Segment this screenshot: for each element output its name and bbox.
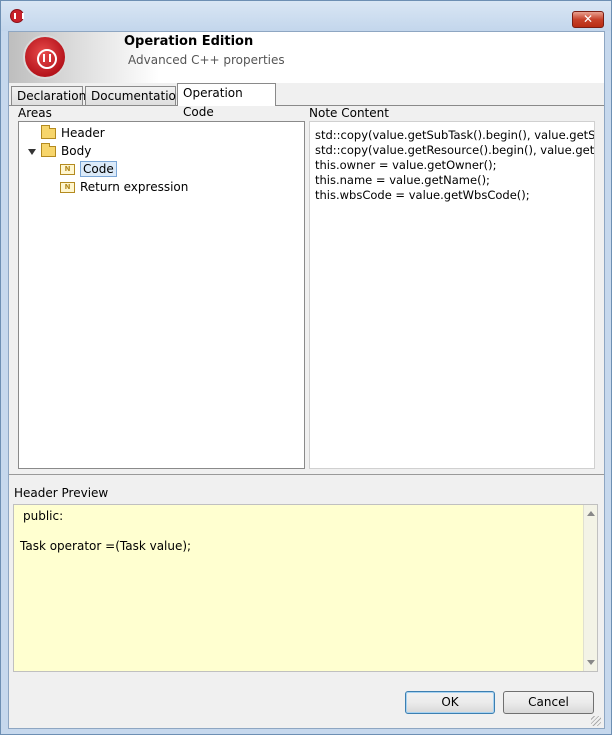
code-line: std::copy(value.getResource().begin(), v… [315, 143, 595, 157]
folder-icon [41, 143, 56, 157]
note-icon: N [60, 182, 75, 193]
dialog-window: ✕ Operation Edition Advanced C++ propert… [0, 0, 612, 735]
dialog-title: Operation Edition [124, 34, 254, 49]
dialog-banner: Operation Edition Advanced C++ propertie… [9, 32, 604, 83]
tree-item-header[interactable]: Header [41, 125, 105, 142]
folder-icon [41, 125, 56, 139]
tree-item-label: Body [61, 144, 92, 158]
app-logo-icon [10, 9, 24, 23]
tree-item-code[interactable]: N Code [60, 161, 117, 178]
tab-declaration[interactable]: Declaration [11, 86, 86, 107]
section-divider [9, 474, 604, 475]
code-line: this.owner = value.getOwner(); [315, 158, 497, 172]
preview-line: Task operator =(Task value); [20, 539, 192, 553]
tab-documentation[interactable]: Documentation [85, 86, 184, 107]
tree-item-label: Return expression [80, 180, 189, 194]
preview-line: public: [23, 509, 64, 523]
areas-tree[interactable]: Header Body N Code N Return expression [18, 121, 305, 469]
tree-item-label: Header [61, 126, 105, 140]
tab-operation-code[interactable]: Operation Code [177, 83, 276, 119]
scroll-up-icon[interactable] [587, 511, 595, 516]
dialog-subtitle: Advanced C++ properties [128, 53, 285, 67]
close-button[interactable]: ✕ [572, 11, 604, 28]
scroll-down-icon[interactable] [587, 660, 595, 665]
code-line: this.name = value.getName(); [315, 173, 490, 187]
title-bar[interactable]: ✕ [1, 1, 611, 31]
expand-toggle-icon[interactable] [28, 149, 36, 155]
header-preview-label: Header Preview [14, 486, 109, 500]
header-preview-area[interactable]: public: Task operator =(Task value); [13, 504, 598, 672]
code-line: std::copy(value.getSubTask().begin(), va… [315, 128, 595, 142]
cancel-button[interactable]: Cancel [503, 691, 594, 714]
areas-label: Areas [18, 106, 52, 120]
note-content-editor[interactable]: std::copy(value.getSubTask().begin(), va… [309, 121, 595, 469]
tree-item-body[interactable]: Body [41, 143, 91, 160]
resize-grip-icon[interactable] [591, 716, 601, 726]
product-logo-icon [23, 35, 67, 79]
note-icon: N [60, 164, 75, 175]
preview-scrollbar[interactable] [583, 505, 597, 671]
tree-item-label: Code [80, 161, 117, 177]
tree-item-return-expression[interactable]: N Return expression [60, 179, 188, 196]
note-content-label: Note Content [309, 106, 389, 120]
dialog-client-area: Operation Edition Advanced C++ propertie… [8, 31, 605, 729]
operation-code-panel: Areas Header Body N Code N Return expressi… [9, 105, 604, 474]
code-line: this.wbsCode = value.getWbsCode(); [315, 188, 530, 202]
ok-button[interactable]: OK [405, 691, 495, 714]
